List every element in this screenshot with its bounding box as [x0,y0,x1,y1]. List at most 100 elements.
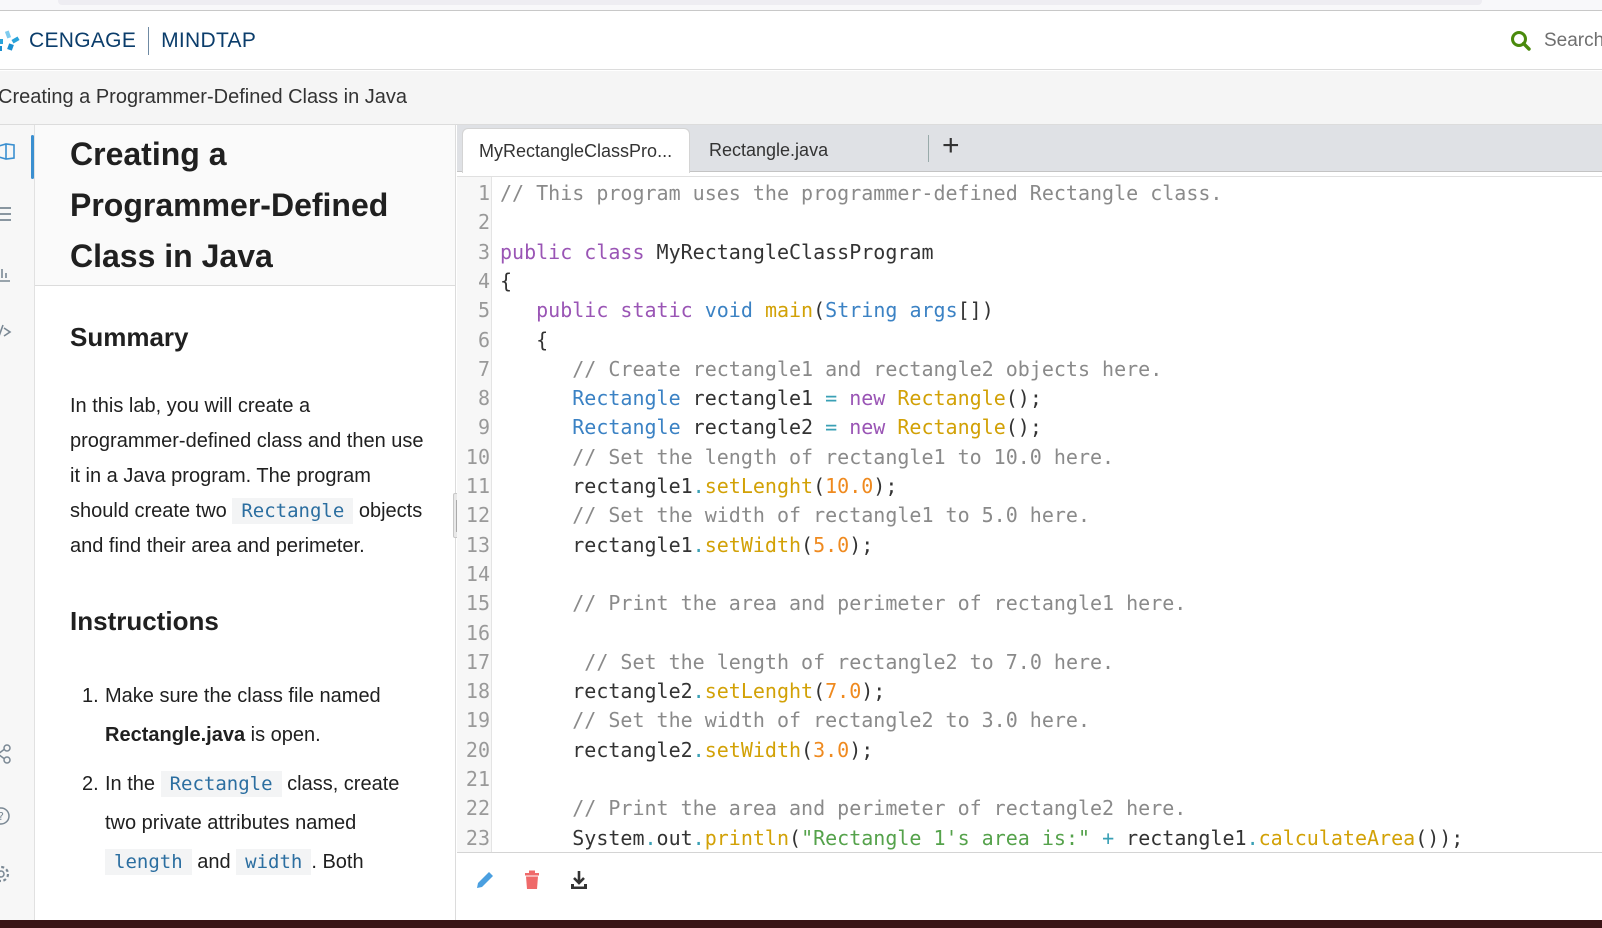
code-token: new [849,415,886,440]
code-text: { [500,267,512,296]
settings-icon[interactable] [0,863,12,885]
code-text: System.out.println("Rectangle 1's area i… [500,824,1463,852]
code-line[interactable]: 16 [457,619,1602,648]
code-token: 7.0 [825,679,862,704]
code-token: // Create rectangle1 and rectangle2 obje… [572,356,1163,381]
code-line[interactable]: 13 rectangle1.setWidth(5.0); [457,531,1602,560]
line-number: 8 [477,386,490,411]
code-line[interactable]: 22 // Print the area and perimeter of re… [457,794,1602,823]
code-token: rectangle2 [500,737,693,762]
code-text: rectangle2.setWidth(3.0); [500,736,873,765]
code-token: = [825,386,838,411]
share-icon[interactable] [0,743,14,765]
code-token: public [536,298,609,323]
brand-cengage: CENGAGE [29,29,137,52]
code-line[interactable]: 14 [457,560,1602,589]
browser-top-strip [0,0,1602,11]
code-token: ( [789,825,802,850]
code-line[interactable]: 15 // Print the area and perimeter of re… [457,589,1602,618]
code-token: 5.0 [813,532,850,557]
code-rectangle: Rectangle [232,498,354,524]
search-button[interactable]: Search [1510,30,1602,52]
code-line[interactable]: 19 // Set the width of rectangle2 to 3.0… [457,706,1602,735]
code-token: . [1246,825,1259,850]
code-line[interactable]: 5 public static void main(String args[]) [457,296,1602,325]
line-number: 16 [465,620,490,645]
edit-pencil-icon[interactable] [473,868,497,892]
line-number: 18 [465,679,490,704]
code-text: Rectangle rectangle1 = new Rectangle(); [500,384,1042,413]
list-icon[interactable] [0,203,16,225]
code-token: rectangle1 [680,386,826,411]
help-icon[interactable]: ? [0,805,12,827]
search-label: Search [1544,30,1602,51]
code-token: setWidth [704,737,802,762]
code-token: ( [801,737,814,762]
code-token: String [825,298,898,323]
svg-text:?: ? [0,810,4,823]
line-number: 14 [465,561,490,586]
code-line[interactable]: 9 Rectangle rectangle2 = new Rectangle()… [457,413,1602,442]
code-token: setWidth [704,532,802,557]
chart-icon[interactable] [0,263,16,285]
code-token: class [584,239,645,264]
add-tab-button[interactable]: + [942,129,960,163]
lesson-title-line: Class in Java [70,238,273,274]
download-icon[interactable] [567,868,591,892]
code-line[interactable]: 10 // Set the length of rectangle1 to 10… [457,443,1602,472]
code-token: // Set the width of rectangle1 to 5.0 he… [572,503,1091,528]
code-token: println [704,825,790,850]
line-number: 21 [465,767,490,791]
book-icon[interactable] [0,141,18,163]
code-token: 3.0 [813,737,850,762]
code-token: "Rectangle 1's area is:" [801,825,1091,850]
lesson-title-box: Creating a Programmer-Defined Class in J… [35,125,455,286]
summary-heading: Summary [70,322,189,352]
line-number: 3 [477,239,490,264]
code-line[interactable]: 2 [457,208,1602,237]
code-line[interactable]: 6 { [457,326,1602,355]
code-token: // Print the area and perimeter of recta… [572,591,1187,616]
lesson-title: Creating a Programmer-Defined Class in J… [70,129,455,282]
code-line[interactable]: 7 // Create rectangle1 and rectangle2 ob… [457,355,1602,384]
code-text: // Set the length of rectangle2 to 7.0 h… [500,648,1114,677]
code-icon[interactable] [0,321,16,343]
code-area[interactable]: 1 // This program uses the programmer-def… [457,176,1602,852]
code-line[interactable]: 11 rectangle1.setLenght(10.0); [457,472,1602,501]
code-line[interactable]: 20 rectangle2.setWidth(3.0); [457,736,1602,765]
step-text: and [197,851,231,873]
code-line[interactable]: 3 public class MyRectangleClassProgram [457,238,1602,267]
code-line[interactable]: 21 [457,765,1602,794]
code-text: public static void main(String args[]) [500,296,994,325]
line-number: 13 [465,532,490,557]
code-token: ( [813,298,826,323]
code-line[interactable]: 1 // This program uses the programmer-def… [457,179,1602,208]
tab-rectangle-java[interactable]: Rectangle.java [693,128,913,172]
step-text: . Both [311,851,364,873]
search-icon [1511,31,1531,51]
code-token: out [656,825,693,850]
lesson-pane: Creating a Programmer-Defined Class in J… [35,125,456,920]
code-line[interactable]: 23 System.out.println("Rectangle 1's are… [457,824,1602,852]
cengage-logo[interactable]: CENGAGE MINDTAP [0,27,256,55]
code-token: calculateArea [1258,825,1416,850]
line-number: 2 [477,210,490,235]
tab-myrectangleclassprogram[interactable]: MyRectangleClassPro... [462,128,690,173]
code-line[interactable]: 17 // Set the length of rectangle2 to 7.… [457,648,1602,677]
code-line[interactable]: 4{ [457,267,1602,296]
code-token: void [704,298,753,323]
code-token: // Set the length of rectangle2 to 7.0 h… [584,649,1115,674]
code-token: . [692,679,705,704]
code-token: setLenght [704,679,814,704]
code-line[interactable]: 12 // Set the width of rectangle1 to 5.0… [457,501,1602,530]
code-line[interactable]: 18 rectangle2.setLenght(7.0); [457,677,1602,706]
delete-trash-icon[interactable] [520,868,544,892]
line-number: 5 [477,298,490,323]
code-token: ); [861,679,886,704]
step-filename: Rectangle.java [105,724,246,746]
code-line[interactable]: 8 Rectangle rectangle1 = new Rectangle()… [457,384,1602,413]
